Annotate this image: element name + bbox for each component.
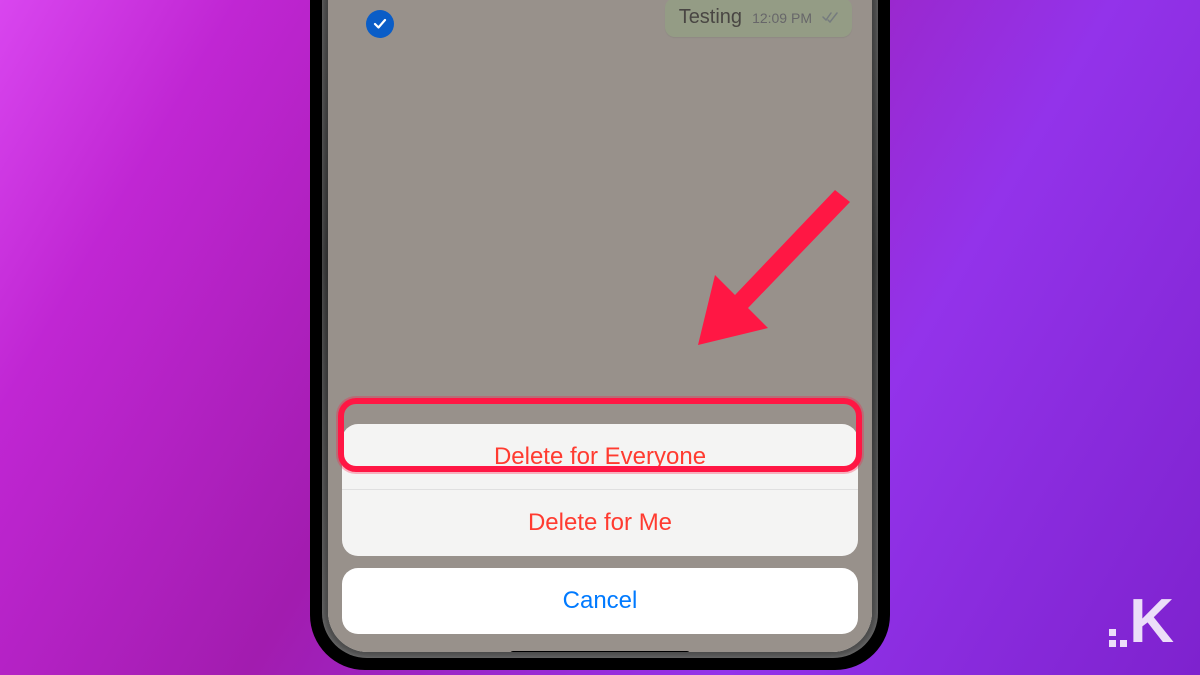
home-indicator[interactable] [510,651,690,652]
watermark-letter: K [1129,586,1172,657]
annotation-arrow-icon [680,170,900,395]
action-sheet: Delete for Everyone Delete for Me Cancel [342,424,858,634]
cancel-button[interactable]: Cancel [342,568,858,634]
delete-for-me-button[interactable]: Delete for Me [342,490,858,556]
watermark-logo: K [1109,586,1172,657]
selection-check-icon [366,10,394,38]
action-sheet-group: Delete for Everyone Delete for Me [342,424,858,556]
delete-for-everyone-button[interactable]: Delete for Everyone [342,424,858,490]
watermark-dots-icon [1109,629,1127,647]
